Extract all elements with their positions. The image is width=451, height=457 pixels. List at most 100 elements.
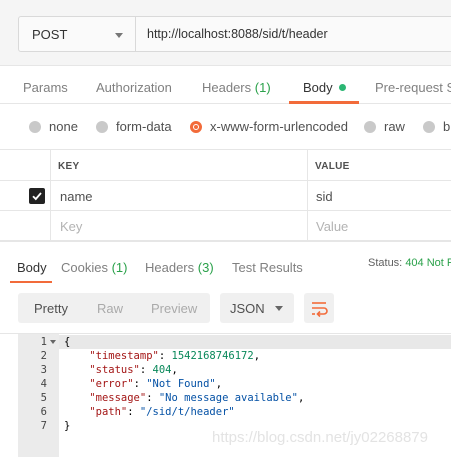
radio-binary-dot	[423, 120, 435, 133]
response-tab-test-results[interactable]: Test Results	[232, 260, 303, 275]
json-number: 1542168746172	[171, 350, 254, 362]
line-number: 2	[40, 350, 47, 362]
json-brace: {	[64, 336, 71, 348]
body-type-options: none form-data x-www-form-urlencoded raw…	[0, 104, 451, 148]
line-number-gutter: 1 2 3 4 5 6 7	[18, 334, 59, 457]
response-tab-cookies-count: (1)	[111, 260, 128, 275]
code-line: "message": "No message available",	[89, 392, 305, 404]
line-number: 6	[40, 406, 47, 418]
code-line: "path": "/sid/t/header"	[89, 406, 235, 418]
json-key: "status"	[89, 364, 140, 376]
line-number: 5	[40, 392, 47, 404]
request-tabs: Params Authorization Headers (1) Body Pr…	[0, 66, 451, 104]
code-line: {	[64, 336, 70, 348]
response-status: Status: 404 Not F	[368, 257, 451, 269]
url-input[interactable]: http://localhost:8088/sid/t/header	[136, 16, 451, 52]
json-number: 404	[152, 364, 172, 376]
json-key: "error"	[89, 378, 134, 390]
status-label: Status:	[368, 257, 403, 269]
code-line: "timestamp": 1542168746172,	[89, 350, 261, 362]
tab-authorization[interactable]: Authorization	[96, 80, 172, 95]
pretty-button[interactable]: Pretty	[34, 301, 68, 316]
tab-body-label: Body	[303, 80, 333, 95]
tab-pre-request-script[interactable]: Pre-request Sc	[375, 80, 451, 95]
param-value-cell[interactable]: sid	[316, 189, 333, 204]
tab-headers-label: Headers	[202, 80, 252, 95]
column-divider	[50, 150, 51, 180]
json-string: "/sid/t/header"	[139, 406, 235, 418]
preview-button[interactable]: Preview	[151, 301, 197, 316]
new-key-input[interactable]: Key	[60, 219, 82, 234]
radio-form-data-label: form-data	[116, 119, 172, 134]
json-key: "message"	[89, 392, 147, 404]
radio-urlencoded-dot	[190, 120, 202, 133]
json-brace: }	[64, 420, 71, 432]
status-badge[interactable]: 404 Not F	[405, 257, 451, 269]
chevron-down-icon	[115, 33, 123, 38]
json-string: "No message available"	[158, 392, 298, 404]
method-select[interactable]: POST	[18, 16, 136, 52]
line-number: 3	[40, 364, 47, 376]
radio-form-data[interactable]: form-data	[96, 119, 172, 134]
column-divider	[307, 211, 308, 240]
radio-none-dot	[29, 120, 41, 133]
code-line: "status": 404,	[89, 364, 178, 376]
tab-headers-count: (1)	[254, 80, 271, 95]
params-table: KEY VALUE name sid Key Value	[0, 149, 451, 241]
radio-none-label: none	[49, 119, 78, 134]
json-key: "timestamp"	[89, 350, 159, 362]
column-divider	[307, 181, 308, 210]
wrap-lines-icon	[312, 302, 328, 318]
radio-form-data-dot	[96, 120, 108, 133]
body-indicator-dot	[338, 84, 346, 91]
code-line: }	[64, 420, 70, 432]
value-column-header: VALUE	[315, 161, 350, 172]
response-tab-headers[interactable]: Headers (3)	[145, 260, 214, 275]
table-row-new: Key Value	[0, 211, 451, 241]
row-enabled-checkbox[interactable]	[29, 188, 45, 204]
radio-binary-label: bi	[443, 119, 451, 134]
check-icon	[32, 192, 42, 201]
radio-none[interactable]: none	[29, 119, 78, 134]
response-tab-body[interactable]: Body	[17, 260, 47, 275]
watermark: https://blog.csdn.net/jy02268879	[212, 429, 428, 446]
response-tab-cookies-label: Cookies	[61, 260, 108, 275]
format-select[interactable]: JSON	[220, 293, 294, 323]
json-string: "Not Found"	[146, 378, 216, 390]
radio-raw[interactable]: raw	[364, 119, 405, 134]
radio-urlencoded[interactable]: x-www-form-urlencoded	[190, 119, 348, 134]
method-label: POST	[32, 26, 68, 42]
request-bar: POST http://localhost:8088/sid/t/header	[0, 0, 451, 66]
tab-body[interactable]: Body	[303, 80, 346, 95]
tab-params[interactable]: Params	[23, 80, 68, 95]
line-number: 7	[40, 420, 47, 432]
param-key-cell[interactable]: name	[60, 189, 93, 204]
key-column-header: KEY	[58, 161, 80, 172]
table-row: name sid	[0, 181, 451, 211]
fold-arrow-icon[interactable]	[50, 340, 56, 344]
response-tab-headers-label: Headers	[145, 260, 195, 275]
table-header-row: KEY VALUE	[0, 149, 451, 181]
tab-headers[interactable]: Headers (1)	[202, 80, 271, 95]
code-line: "error": "Not Found",	[89, 378, 223, 390]
line-number: 4	[40, 378, 47, 390]
wrap-lines-button[interactable]	[304, 293, 334, 323]
json-key: "path"	[89, 406, 128, 418]
format-select-label: JSON	[230, 301, 265, 316]
radio-raw-dot	[364, 120, 376, 133]
radio-urlencoded-label: x-www-form-urlencoded	[210, 119, 348, 134]
radio-raw-label: raw	[384, 119, 405, 134]
response-tab-headers-count: (3)	[197, 260, 214, 275]
response-toolbar: Pretty Raw Preview JSON	[0, 283, 451, 333]
column-divider	[307, 150, 308, 180]
chevron-down-icon	[275, 306, 283, 311]
column-divider	[50, 181, 51, 210]
line-number: 1	[40, 336, 47, 348]
radio-binary[interactable]: bi	[423, 119, 451, 134]
view-mode-group: Pretty Raw Preview	[18, 293, 210, 323]
response-tab-cookies[interactable]: Cookies (1)	[61, 260, 127, 275]
new-value-input[interactable]: Value	[316, 219, 348, 234]
raw-button[interactable]: Raw	[97, 301, 123, 316]
active-line-highlight	[59, 335, 451, 349]
column-divider	[50, 211, 51, 240]
